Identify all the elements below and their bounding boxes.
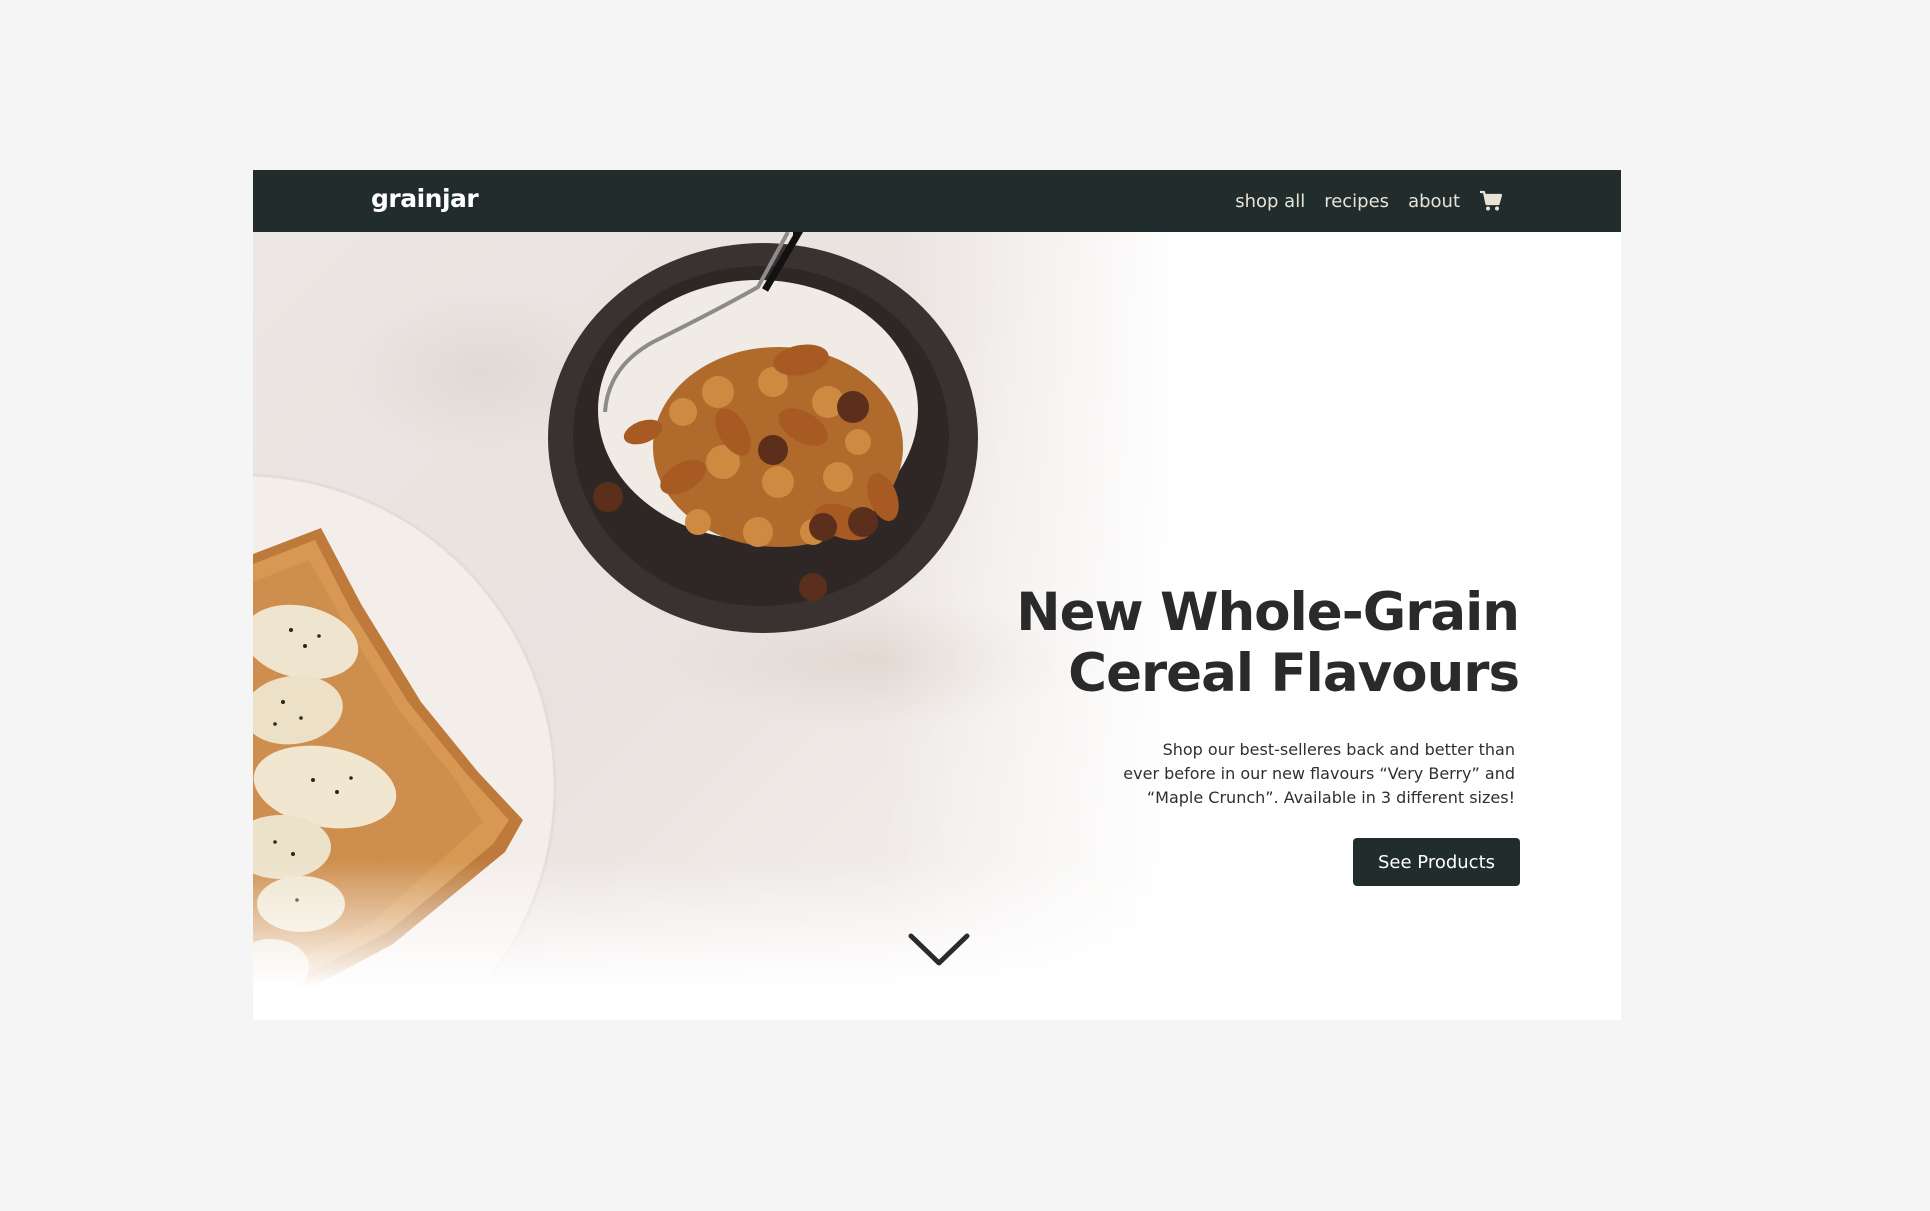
main-nav: shop all recipes about bbox=[1235, 170, 1503, 232]
top-navbar: grainjar shop all recipes about bbox=[253, 170, 1621, 232]
nav-recipes[interactable]: recipes bbox=[1324, 191, 1389, 212]
cereal-bowl bbox=[548, 232, 978, 633]
hero-section: New Whole-Grain Cereal Flavours Shop our… bbox=[253, 232, 1621, 1020]
nav-shop-all[interactable]: shop all bbox=[1235, 191, 1305, 212]
description-line-3: “Maple Crunch”. Available in 3 different… bbox=[1146, 788, 1515, 807]
description-line-2: ever before in our new flavours “Very Be… bbox=[1123, 764, 1515, 783]
cart-icon[interactable] bbox=[1479, 190, 1503, 212]
headline-line-2: Cereal Flavours bbox=[1068, 643, 1520, 704]
description-line-1: Shop our best-selleres back and better t… bbox=[1162, 740, 1515, 759]
headline-line-1: New Whole-Grain bbox=[1016, 582, 1520, 643]
hero-description: Shop our best-selleres back and better t… bbox=[1055, 738, 1515, 810]
page-frame: grainjar shop all recipes about New Whol… bbox=[253, 170, 1621, 1020]
chevron-down-icon[interactable] bbox=[908, 932, 970, 968]
see-products-button[interactable]: See Products bbox=[1353, 838, 1520, 886]
hero-headline: New Whole-Grain Cereal Flavours bbox=[1016, 582, 1520, 704]
nav-about[interactable]: about bbox=[1408, 191, 1460, 212]
brand-logo[interactable]: grainjar bbox=[371, 184, 479, 213]
